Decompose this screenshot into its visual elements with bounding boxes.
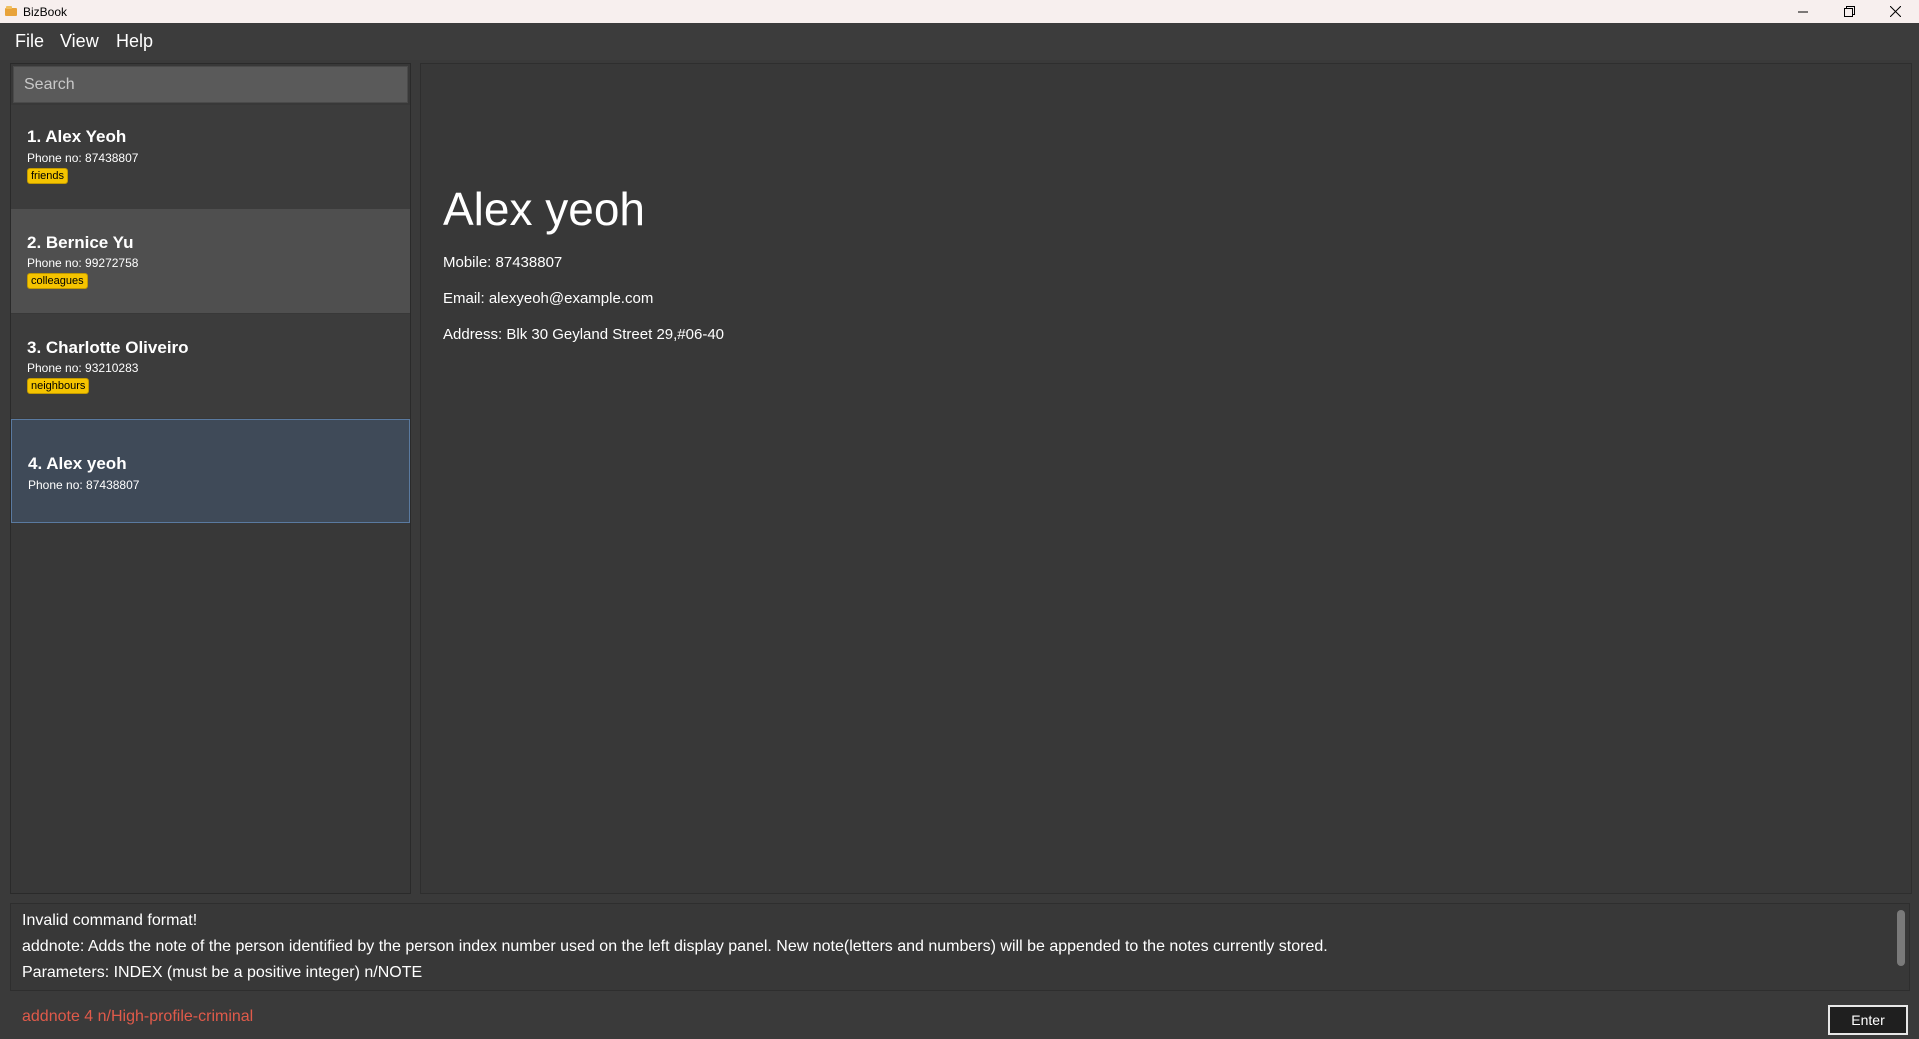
close-button[interactable] xyxy=(1872,0,1918,23)
window-title: BizBook xyxy=(23,5,68,19)
detail-name: Alex yeoh xyxy=(443,183,646,235)
close-icon xyxy=(1889,6,1901,17)
enter-button[interactable]: Enter xyxy=(1828,1005,1908,1035)
person-card-3[interactable]: 3. Charlotte Oliveiro Phone no: 93210283… xyxy=(11,314,410,418)
menu-help[interactable]: Help xyxy=(116,31,153,52)
person-name: 4. Alex yeoh xyxy=(28,454,127,473)
result-line: Parameters: INDEX (must be a positive in… xyxy=(22,964,423,981)
result-display: Invalid command format! addnote: Adds th… xyxy=(10,903,1910,991)
person-phone: Phone no: 99272758 xyxy=(27,256,139,270)
person-phone: Phone no: 87438807 xyxy=(27,151,139,165)
minimize-icon xyxy=(1798,11,1808,12)
command-input[interactable] xyxy=(10,999,1820,1035)
title-bar: BizBook xyxy=(0,0,1919,23)
person-card-2[interactable]: 2. Bernice Yu Phone no: 99272758 colleag… xyxy=(11,209,410,313)
result-scrollbar[interactable] xyxy=(1897,910,1905,966)
app-icon xyxy=(5,6,17,16)
person-detail-panel: Alex yeoh Mobile: 87438807 Email: alexye… xyxy=(420,63,1912,894)
result-line: addnote: Adds the note of the person ide… xyxy=(22,938,1328,955)
restore-icon xyxy=(1843,6,1855,17)
person-card-4[interactable]: 4. Alex yeoh Phone no: 87438807 xyxy=(11,419,410,523)
menu-view[interactable]: View xyxy=(60,31,99,52)
person-phone: Phone no: 93210283 xyxy=(27,361,139,375)
person-phone: Phone no: 87438807 xyxy=(28,478,140,492)
detail-address: Address: Blk 30 Geyland Street 29,#06-40 xyxy=(443,326,725,343)
command-box: Enter xyxy=(0,995,1919,1039)
detail-mobile: Mobile: 87438807 xyxy=(443,254,563,271)
minimize-button[interactable] xyxy=(1780,0,1826,23)
person-card-1[interactable]: 1. Alex Yeoh Phone no: 87438807 friends xyxy=(11,105,410,209)
person-tag: colleagues xyxy=(27,273,88,289)
result-line: Invalid command format! xyxy=(22,912,198,929)
detail-email: Email: alexyeoh@example.com xyxy=(443,290,654,307)
person-name: 1. Alex Yeoh xyxy=(27,127,127,146)
menu-bar: File View Help xyxy=(0,23,1919,60)
person-list-panel: 1. Alex Yeoh Phone no: 87438807 friends … xyxy=(10,63,411,894)
person-name: 3. Charlotte Oliveiro xyxy=(27,338,189,357)
person-tag: friends xyxy=(27,168,69,184)
person-tag: neighbours xyxy=(27,378,90,394)
restore-button[interactable] xyxy=(1826,0,1872,23)
menu-file[interactable]: File xyxy=(15,31,44,52)
person-name: 2. Bernice Yu xyxy=(27,233,134,252)
search-input[interactable] xyxy=(14,67,407,102)
search-box[interactable] xyxy=(13,66,408,103)
